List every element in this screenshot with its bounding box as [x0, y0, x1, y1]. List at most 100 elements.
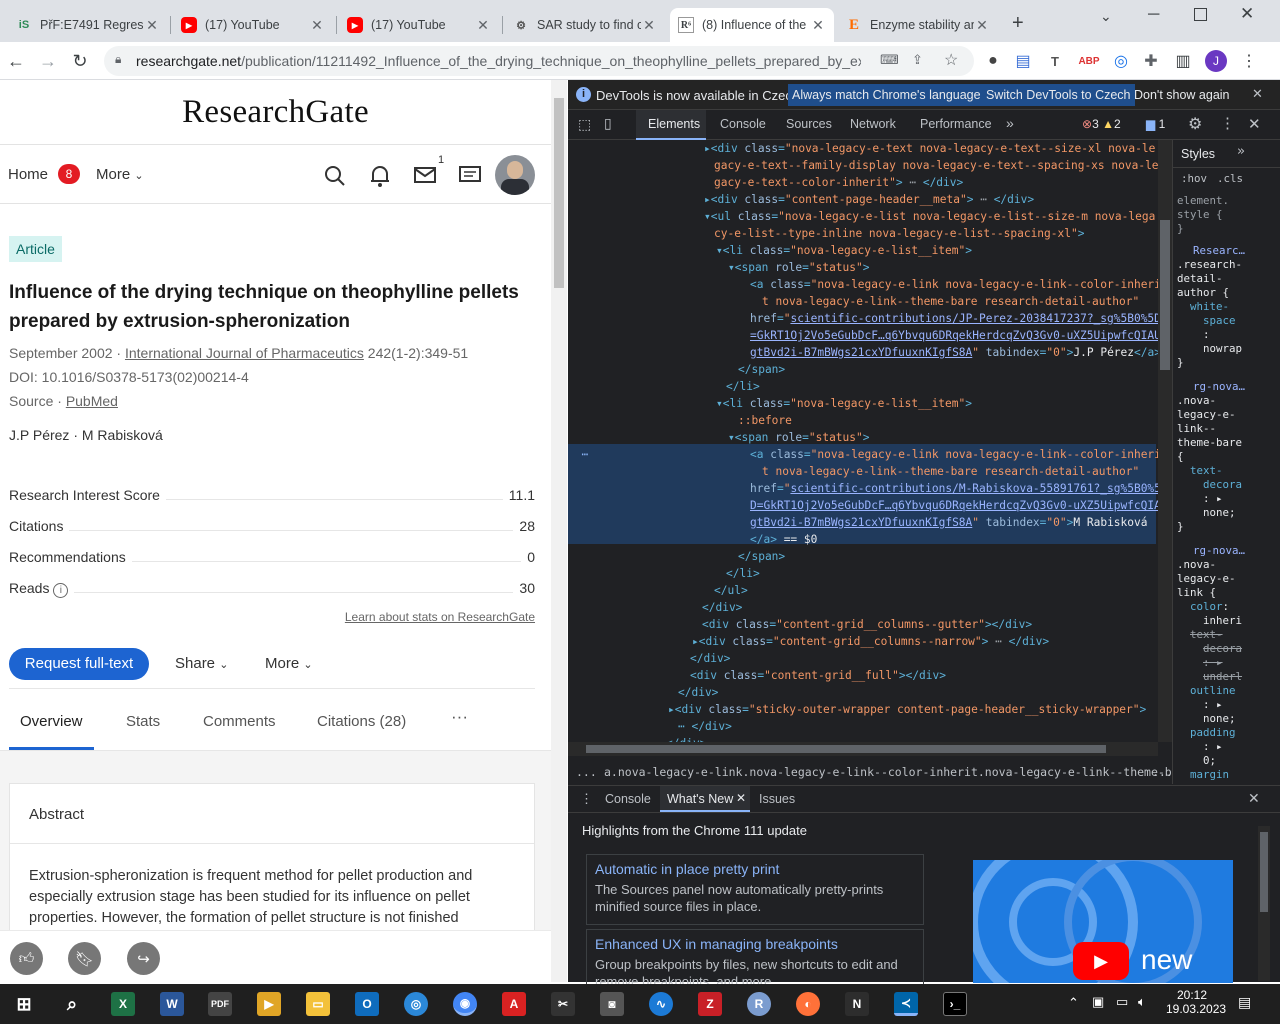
close-devtools-icon[interactable]: ✕ — [1248, 115, 1261, 133]
elements-hscrollbar[interactable] — [568, 742, 1158, 756]
journal-link[interactable]: International Journal of Pharmaceutics — [125, 345, 364, 361]
profile-avatar-icon[interactable]: J — [1205, 50, 1227, 72]
tray-overflow-icon[interactable]: ⌃ — [1068, 995, 1079, 1011]
tab-sources[interactable]: Sources — [786, 117, 832, 131]
acrobat-icon[interactable]: A — [502, 992, 526, 1016]
close-tab-icon[interactable]: ✕ — [641, 17, 657, 34]
bookmark-icon[interactable]: 🔖︎ — [68, 942, 101, 975]
researchgate-logo[interactable]: ResearchGate — [0, 94, 551, 131]
messages-envelope-icon[interactable] — [414, 166, 436, 184]
stats-learn-link[interactable]: Learn about stats on ResearchGate — [345, 610, 535, 624]
browser-tab-active[interactable]: R⁶ (8) Influence of the ✕ — [670, 8, 834, 42]
browser-tab[interactable]: ⚙ SAR study to find c ✕ — [505, 8, 665, 42]
drawer-tab-whats-new[interactable]: What's New — [667, 792, 733, 806]
close-tab-icon[interactable]: ✕ — [810, 17, 826, 34]
drawer-tab-console[interactable]: Console — [605, 792, 651, 806]
clock[interactable]: 20:12 19.03.2023 — [1166, 988, 1226, 1016]
zotero-icon[interactable]: Z — [698, 992, 722, 1016]
elements-dom-tree[interactable]: ▸<div class="nova-legacy-e-text nova-leg… — [568, 140, 1158, 752]
back-icon[interactable]: ← — [5, 50, 27, 72]
word-icon[interactable]: W — [160, 992, 184, 1016]
extension-t-icon[interactable]: T — [1044, 50, 1066, 72]
reload-icon[interactable]: ↻ — [69, 50, 91, 72]
excel-icon[interactable]: X — [111, 992, 135, 1016]
extension-silhouette-icon[interactable]: ● — [982, 50, 1004, 72]
adblock-icon[interactable]: ABP — [1078, 50, 1100, 72]
issues-counter[interactable]: ▆ 1 — [1146, 117, 1165, 131]
close-whats-new-icon[interactable]: ✕ — [736, 791, 746, 805]
forward-icon[interactable]: → — [37, 50, 59, 72]
terminal-icon[interactable]: ›_ — [943, 992, 967, 1016]
share-icon[interactable]: ⇪ — [912, 52, 923, 68]
new-tab-icon[interactable]: + — [1012, 12, 1024, 35]
whats-new-card[interactable]: Enhanced UX in managing breakpoints Grou… — [586, 929, 924, 989]
drawer-scrollbar[interactable] — [1258, 826, 1270, 981]
media-player-icon[interactable]: ▶ — [257, 992, 281, 1016]
pubmed-link[interactable]: PubMed — [66, 393, 118, 409]
tray-device-icon[interactable]: ▣ — [1092, 994, 1104, 1010]
cls-toggle[interactable]: .cls — [1217, 172, 1243, 186]
camera-icon[interactable]: ◙ — [600, 992, 624, 1016]
nav-home[interactable]: Home — [8, 166, 48, 183]
share-button[interactable]: Share ⌄ — [175, 655, 228, 672]
close-infobar-icon[interactable]: ✕ — [1252, 86, 1263, 102]
more-actions-button[interactable]: More ⌄ — [265, 655, 313, 672]
close-tab-icon[interactable]: ✕ — [309, 17, 325, 34]
page-scrollbar[interactable] — [551, 80, 567, 982]
tab-network[interactable]: Network — [850, 117, 896, 131]
vscode-icon[interactable]: ≺ — [894, 992, 918, 1016]
close-drawer-icon[interactable]: ✕ — [1248, 790, 1260, 807]
browser-tab[interactable]: ▶ (17) YouTube ✕ — [339, 8, 499, 42]
app-wave-icon[interactable]: ∿ — [649, 992, 673, 1016]
user-avatar[interactable] — [495, 155, 535, 195]
address-bar[interactable]: 🔒︎ researchgate.net/publication/11211492… — [104, 46, 974, 76]
tab-console[interactable]: Console — [720, 117, 766, 131]
notifications-icon[interactable]: ▤ — [1238, 994, 1251, 1011]
tab-styles[interactable]: Styles — [1181, 147, 1215, 161]
minimize-icon[interactable]: ─ — [1148, 6, 1159, 24]
more-tabs-icon[interactable]: ··· — [451, 707, 468, 727]
dom-breadcrumb[interactable]: ... a.nova-legacy-e-link.nova-legacy-e-li… — [568, 765, 1280, 783]
notifications-bell-icon[interactable] — [369, 164, 391, 188]
volume-icon[interactable]: 🔈︎ — [1138, 994, 1146, 1010]
info-icon[interactable]: i — [53, 583, 69, 598]
authors[interactable]: J.P Pérez · M Rabisková — [9, 427, 163, 443]
tab-performance[interactable]: Performance — [920, 117, 992, 131]
tab-overview[interactable]: Overview — [20, 713, 83, 730]
bookmark-star-icon[interactable]: ☆ — [944, 50, 958, 70]
maximize-icon[interactable] — [1194, 8, 1207, 21]
request-fulltext-button[interactable]: Request full-text — [9, 648, 149, 680]
more-tabs-icon[interactable]: » — [1006, 115, 1014, 131]
chat-icon[interactable] — [459, 166, 481, 186]
tab-stats[interactable]: Stats — [126, 713, 160, 730]
inspect-element-icon[interactable]: ⬚ — [578, 116, 591, 133]
close-tab-icon[interactable]: ✕ — [974, 17, 990, 34]
extensions-puzzle-icon[interactable]: ✚ — [1140, 50, 1162, 72]
tab-comments[interactable]: Comments — [203, 713, 276, 730]
extension-g-icon[interactable]: ◎ — [1110, 50, 1132, 72]
search-icon[interactable]: ⌕ — [60, 992, 84, 1016]
dont-show-again-button[interactable]: Don't show again — [1130, 84, 1234, 106]
whats-new-video-thumbnail[interactable]: ▶ new — [973, 860, 1233, 983]
search-icon[interactable] — [323, 164, 347, 188]
translate-icon[interactable]: ⌨ — [880, 52, 899, 68]
match-language-button[interactable]: Always match Chrome's language — [788, 84, 985, 106]
app-globe-icon[interactable]: ◎ — [404, 992, 428, 1016]
elements-scrollbar[interactable] — [1158, 140, 1172, 742]
browser-tab[interactable]: ▶ (17) YouTube ✕ — [173, 8, 333, 42]
nav-more[interactable]: More ⌄ — [96, 166, 144, 183]
side-panel-icon[interactable]: ▥ — [1172, 50, 1194, 72]
outlook-icon[interactable]: O — [355, 992, 379, 1016]
file-explorer-icon[interactable]: ▭ — [306, 992, 330, 1016]
tab-search-icon[interactable]: ⌄ — [1100, 8, 1112, 25]
pdf-xchange-icon[interactable]: PDF — [208, 992, 232, 1016]
close-tab-icon[interactable]: ✕ — [144, 17, 160, 34]
tab-citations[interactable]: Citations (28) — [317, 713, 406, 730]
recommend-thumb-icon[interactable]: 👍︎ — [10, 942, 43, 975]
chrome-menu-icon[interactable]: ⋮ — [1238, 50, 1260, 72]
network-icon[interactable]: ▭ — [1116, 994, 1128, 1010]
notion-icon[interactable]: N — [845, 992, 869, 1016]
error-warning-counter[interactable]: ⊗3 ▲2 — [1082, 117, 1121, 131]
settings-gear-icon[interactable]: ⚙ — [1188, 114, 1202, 134]
snipping-tool-icon[interactable]: ✂ — [551, 992, 575, 1016]
